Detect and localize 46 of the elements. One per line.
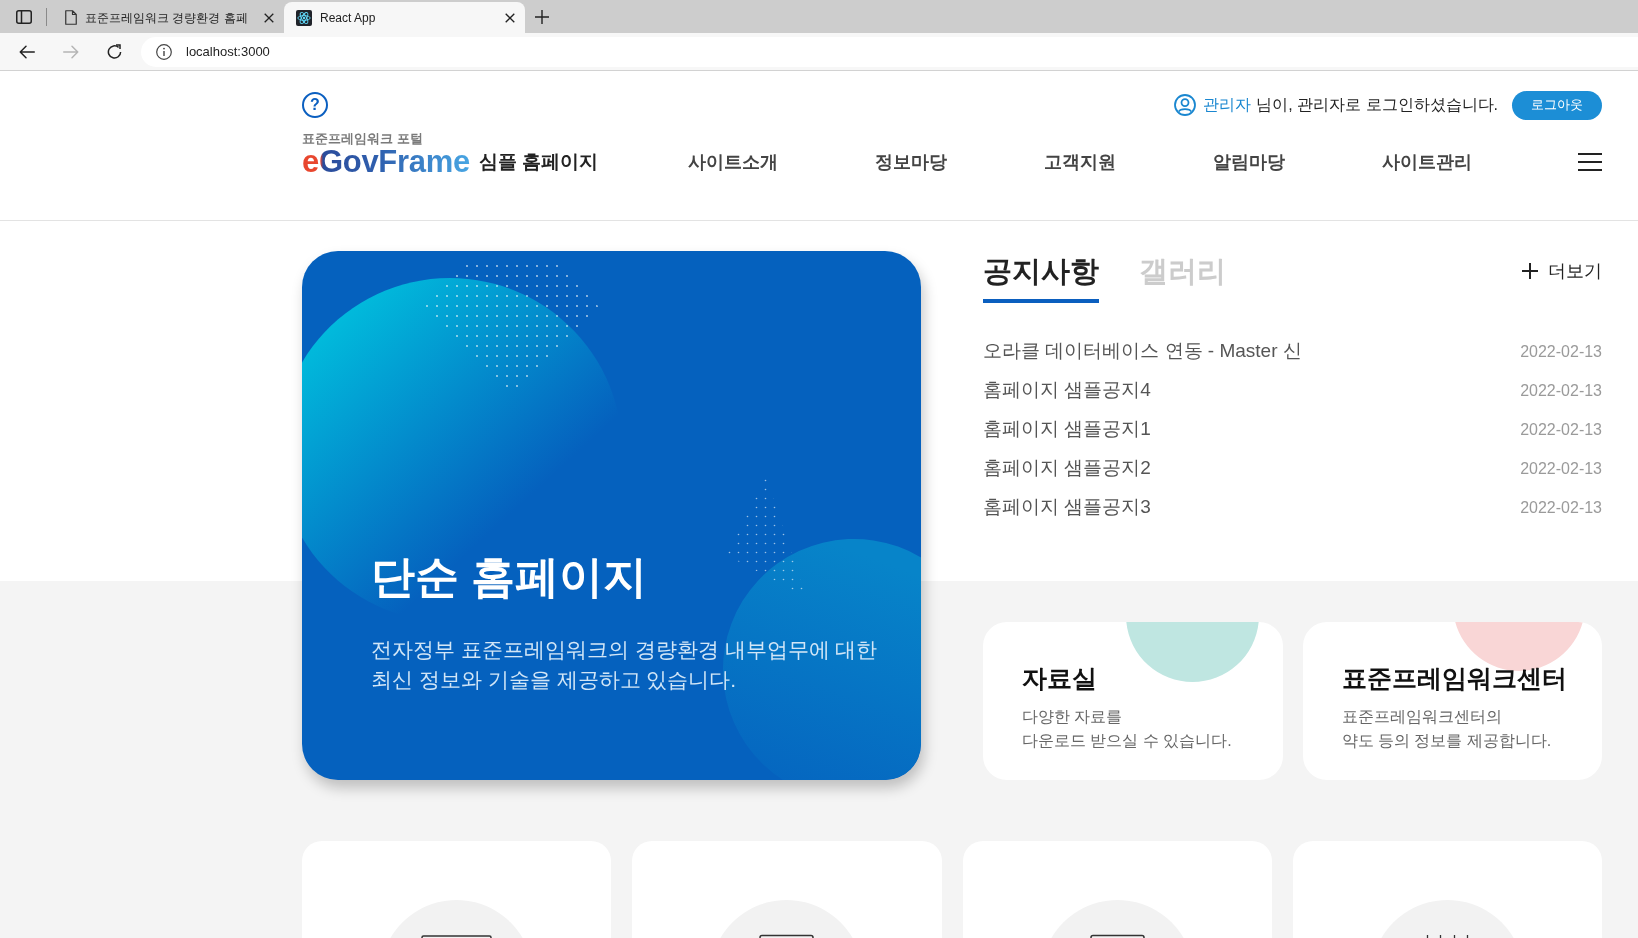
reload-icon[interactable] — [107, 44, 122, 59]
board-tab[interactable]: 공지사항 — [983, 251, 1099, 303]
nav-link[interactable]: 사이트관리 — [1382, 146, 1473, 178]
hero-title: 단순 홈페이지 — [371, 551, 649, 603]
feature-card[interactable]: 자료실 다양한 자료를 다운로드 받으실 수 있습니다. — [983, 622, 1283, 780]
browser-tab[interactable]: React App — [284, 2, 525, 33]
plus-icon[interactable] — [535, 9, 549, 24]
sidebar-icon[interactable] — [16, 9, 32, 24]
card-description: 표준프레임워크센터의 약도 등의 정보를 제공합니다. — [1341, 707, 1553, 751]
card-title: 표준프레임워크센터 — [1341, 663, 1568, 694]
login-message: 님이, 관리자로 로그인하셨습니다. — [1256, 95, 1498, 115]
notice-title[interactable]: 홈페이지 샘플공지4 — [983, 376, 1151, 405]
address-field[interactable]: localhost:3000 — [141, 36, 1638, 67]
feature-card[interactable]: 표준프레임워크센터 표준프레임워크센터의 약도 등의 정보를 제공합니다. — [1302, 622, 1602, 780]
nav-link[interactable]: 알림마당 — [1213, 146, 1286, 178]
browser-tab[interactable]: 표준프레임워크 경량환경 홈페 — [53, 2, 284, 33]
close-icon[interactable] — [505, 12, 515, 23]
close-icon[interactable] — [264, 12, 274, 23]
notice-title[interactable]: 홈페이지 샘플공지1 — [983, 415, 1151, 444]
back-icon[interactable] — [19, 44, 35, 59]
notice-date: 2022-02-13 — [1520, 380, 1602, 401]
plus-icon — [1522, 263, 1538, 279]
notice-date: 2022-02-13 — [1520, 419, 1602, 440]
more-link[interactable]: 더보기 — [1522, 251, 1602, 291]
user-icon — [1174, 94, 1197, 116]
notice-date: 2022-02-13 — [1520, 497, 1602, 518]
nav-link[interactable]: 정보마당 — [875, 146, 948, 178]
card-title: 자료실 — [1022, 663, 1098, 694]
logo-caption: 표준프레임워크 포털 — [302, 132, 424, 146]
hero-description: 전자정부 표준프레임워크의 경량환경 내부업무에 대한 최신 정보와 기술을 제공하고 있습니다. — [371, 637, 879, 693]
notice-title[interactable]: 오라클 데이터베이스 연동 - Master 신 — [983, 337, 1302, 366]
card-description: 다양한 자료를 다운로드 받으실 수 있습니다. — [1022, 707, 1233, 751]
help-button[interactable]: ? — [302, 92, 328, 118]
notice-title[interactable]: 홈페이지 샘플공지3 — [983, 493, 1151, 522]
info-icon[interactable] — [156, 43, 172, 60]
logout-button[interactable]: 로그아웃 — [1512, 90, 1602, 120]
notice-title[interactable]: 홈페이지 샘플공지2 — [983, 454, 1151, 483]
notice-date: 2022-02-13 — [1520, 458, 1602, 479]
site-title: 심플 홈페이지 — [478, 150, 599, 174]
nav-link[interactable]: 고객지원 — [1044, 146, 1117, 178]
menu-icon[interactable] — [1578, 153, 1602, 171]
notice-date: 2022-02-13 — [1520, 341, 1602, 362]
atom-icon — [296, 9, 312, 26]
document-icon — [65, 10, 77, 25]
nav-link[interactable]: 사이트소개 — [688, 146, 779, 178]
user-name[interactable]: 관리자 — [1203, 93, 1252, 117]
